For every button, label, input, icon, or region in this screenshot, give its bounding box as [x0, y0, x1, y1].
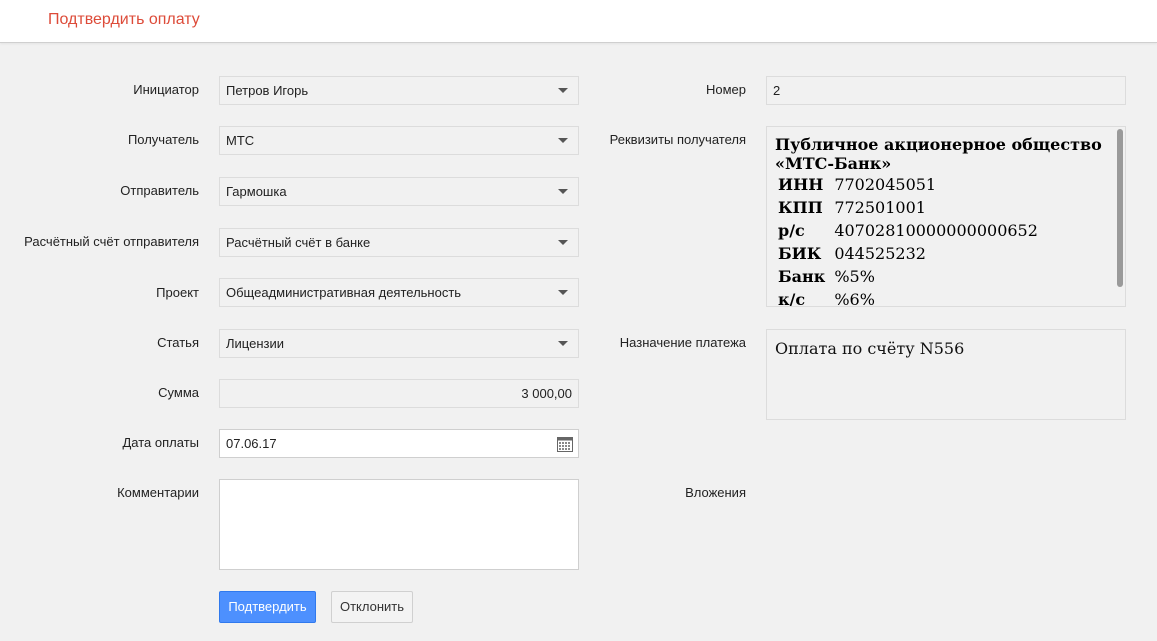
details-scrollbar[interactable]	[1117, 129, 1123, 287]
amount-field[interactable]: 3 000,00	[219, 379, 579, 408]
article-label: Статья	[157, 335, 199, 350]
attachments-label: Вложения	[685, 485, 746, 500]
dropdown-arrow-icon	[558, 290, 568, 295]
amount-label: Сумма	[158, 385, 199, 400]
details-key: р/с	[778, 221, 805, 240]
details-key: Банк	[778, 267, 826, 286]
details-value: %5%	[834, 267, 875, 286]
recipient-value: МТС	[226, 133, 255, 148]
sender-account-label: Расчётный счёт отправителя	[24, 234, 199, 249]
sender-select[interactable]: Гармошка	[219, 177, 579, 206]
initiator-value: Петров Игорь	[226, 83, 309, 98]
recipient-select[interactable]: МТС	[219, 126, 579, 155]
details-key: БИК	[778, 244, 822, 263]
recipient-label: Получатель	[127, 132, 199, 147]
comments-label: Комментарии	[117, 485, 199, 500]
recipient-details-box[interactable]: Публичное акционерное общество «МТС-Банк…	[766, 126, 1126, 307]
details-key: ИНН	[778, 175, 824, 194]
number-field[interactable]: 2	[766, 76, 1126, 105]
details-value: 772501001	[834, 198, 926, 217]
dropdown-arrow-icon	[558, 189, 568, 194]
dropdown-arrow-icon	[558, 240, 568, 245]
project-label: Проект	[156, 285, 199, 300]
details-value: %6%	[834, 290, 875, 307]
recipient-details-title: Публичное акционерное общество «МТС-Банк…	[775, 135, 1102, 173]
comments-textarea[interactable]	[219, 479, 579, 570]
page-title: Подтвердить оплату	[48, 11, 200, 28]
payment-date-label: Дата оплаты	[122, 435, 200, 450]
details-key: к/с	[778, 290, 806, 307]
article-value: Лицензии	[226, 336, 284, 351]
sender-account-select[interactable]: Расчётный счёт в банке	[219, 228, 579, 257]
project-select[interactable]: Общеадминистративная деятельность	[219, 278, 579, 307]
calendar-icon[interactable]	[557, 436, 573, 452]
details-value: 044525232	[834, 244, 926, 263]
payment-purpose-label: Назначение платежа	[619, 335, 746, 350]
payment-purpose-field[interactable]: Оплата по счёту N556	[766, 329, 1126, 420]
confirm-button[interactable]: Подтвердить	[219, 591, 316, 623]
payment-date-field[interactable]: 07.06.17	[219, 429, 579, 458]
article-select[interactable]: Лицензии	[219, 329, 579, 358]
initiator-label: Инициатор	[133, 82, 199, 97]
details-value: 40702810000000000652	[834, 221, 1038, 240]
project-value: Общеадминистративная деятельность	[226, 285, 462, 300]
sender-label: Отправитель	[120, 183, 199, 198]
initiator-select[interactable]: Петров Игорь	[219, 76, 579, 105]
payment-date-value: 07.06.17	[226, 436, 277, 451]
details-value: 7702045051	[834, 175, 937, 194]
reject-button[interactable]: Отклонить	[331, 591, 413, 623]
sender-account-value: Расчётный счёт в банке	[226, 235, 371, 250]
details-key: КПП	[778, 198, 823, 217]
header-bar: Подтвердить оплату	[0, 0, 1157, 43]
sender-value: Гармошка	[226, 184, 287, 199]
number-label: Номер	[705, 82, 746, 97]
recipient-details-label: Реквизиты получателя	[609, 132, 746, 147]
recipient-details-table: ИНН 7702045051 КПП 772501001 р/с 4070281000…	[775, 173, 1041, 307]
